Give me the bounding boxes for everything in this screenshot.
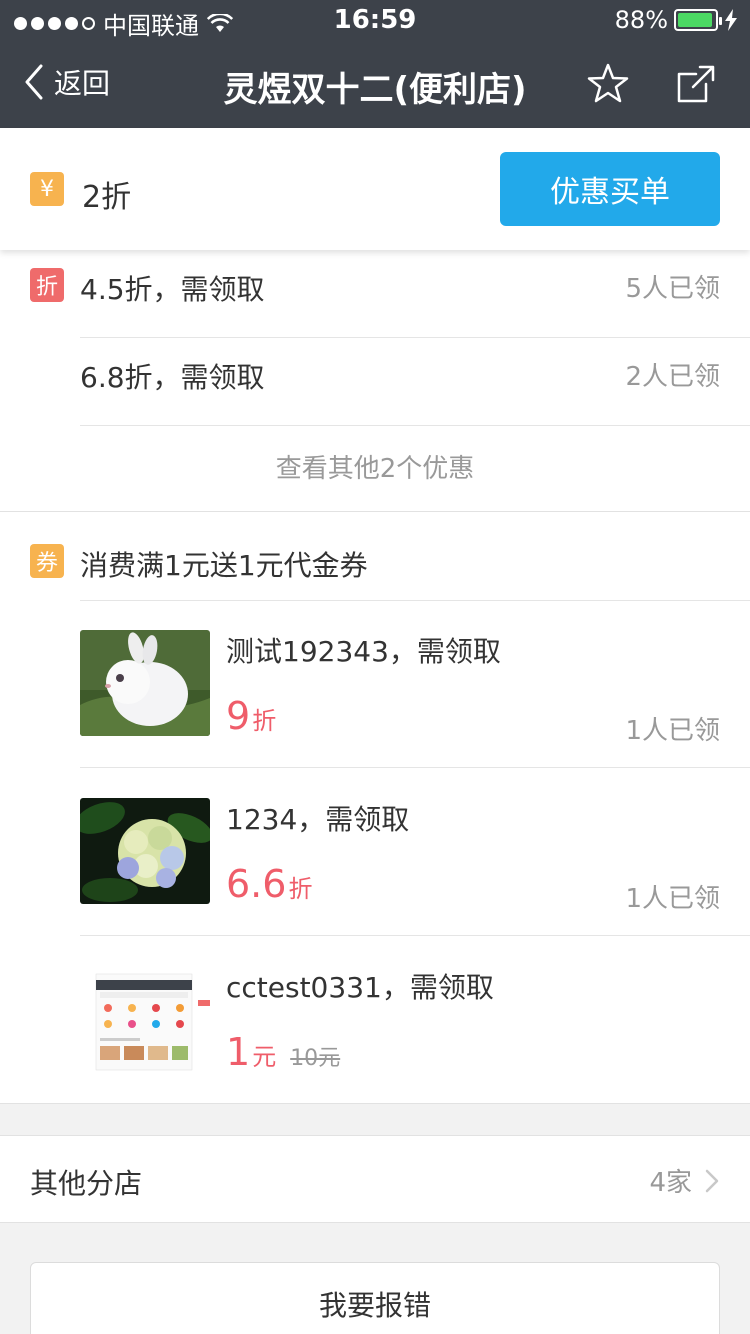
price-unit: 折 [252, 707, 277, 735]
hydrangea-photo [80, 798, 210, 904]
other-branches-label: 其他分店 [30, 1167, 143, 1200]
status-bar: 中国联通 16:59 88% [0, 0, 750, 40]
discount-item[interactable]: 6.8折，需领取 2人已领 [80, 338, 750, 426]
coupon-price: 6.6 折 [226, 862, 312, 906]
navigation-bar: 返回 灵煜双十二(便利店) [0, 40, 750, 128]
price-value: 6.6 [226, 862, 287, 906]
back-label: 返回 [54, 67, 111, 100]
coupon-badge-icon: 券 [30, 544, 64, 578]
coupon-section-header: 消费满1元送1元代金券 [80, 549, 368, 582]
discount-badge-icon: 折 [30, 268, 64, 302]
coupon-price: 9 折 [226, 694, 276, 738]
discount-list-section: 折 4.5折，需领取 5人已领 6.8折，需领取 2人已领 查看其他2个优惠 [0, 250, 750, 512]
view-more-discounts-link[interactable]: 查看其他2个优惠 [0, 426, 750, 512]
price-value: 1 [226, 1030, 251, 1074]
app-screenshot [80, 966, 210, 1072]
discount-item-text: 6.8折，需领取 [80, 361, 265, 394]
coupon-section: 券 消费满1元送1元代金券 测试192343，需领取 9 折 1人已领 1234… [0, 512, 750, 1104]
coupon-price: 1 元 10元 [226, 1030, 340, 1074]
discount-pay-button[interactable]: 优惠买单 [500, 152, 720, 226]
chevron-right-icon [705, 1169, 719, 1192]
battery-icon [674, 9, 722, 31]
star-icon[interactable] [586, 62, 630, 106]
back-button[interactable]: 返回 [24, 62, 110, 102]
coupon-name: 测试192343，需领取 [226, 635, 501, 668]
coupon-name: 1234，需领取 [226, 803, 410, 836]
discount-item-text: 4.5折，需领取 [80, 273, 265, 306]
other-branches-row[interactable]: 其他分店 4家 [0, 1135, 750, 1223]
coupon-item[interactable]: cctest0331，需领取 1 元 10元 [80, 936, 750, 1104]
back-chevron-icon [25, 64, 43, 100]
discount-rate: 2折 [82, 180, 132, 215]
coupon-item[interactable]: 1234，需领取 6.6 折 1人已领 [80, 768, 750, 936]
discount-item-claimed: 5人已领 [625, 274, 720, 304]
coupon-name: cctest0331，需领取 [226, 971, 494, 1004]
coupon-item[interactable]: 测试192343，需领取 9 折 1人已领 [80, 600, 750, 768]
price-unit: 折 [288, 875, 313, 903]
discount-item-claimed: 2人已领 [625, 362, 720, 392]
coupon-claimed-count: 1人已领 [625, 716, 720, 746]
branch-count: 4家 [649, 1168, 692, 1198]
report-error-button[interactable]: 我要报错 [30, 1262, 720, 1334]
original-price: 10元 [290, 1046, 341, 1071]
battery-percent: 88% [614, 6, 668, 34]
charging-bolt-icon [725, 9, 737, 31]
price-value: 9 [226, 694, 251, 738]
price-unit: 元 [252, 1043, 277, 1071]
rabbit-photo [80, 630, 210, 736]
discount-summary-bar: ¥ 2折 优惠买单 [0, 128, 750, 250]
yuan-badge-icon: ¥ [30, 172, 64, 206]
coupon-claimed-count: 1人已领 [625, 884, 720, 914]
share-icon[interactable] [676, 64, 716, 104]
page-title: 灵煜双十二(便利店) [223, 70, 527, 110]
discount-item[interactable]: 4.5折，需领取 5人已领 [80, 250, 750, 338]
